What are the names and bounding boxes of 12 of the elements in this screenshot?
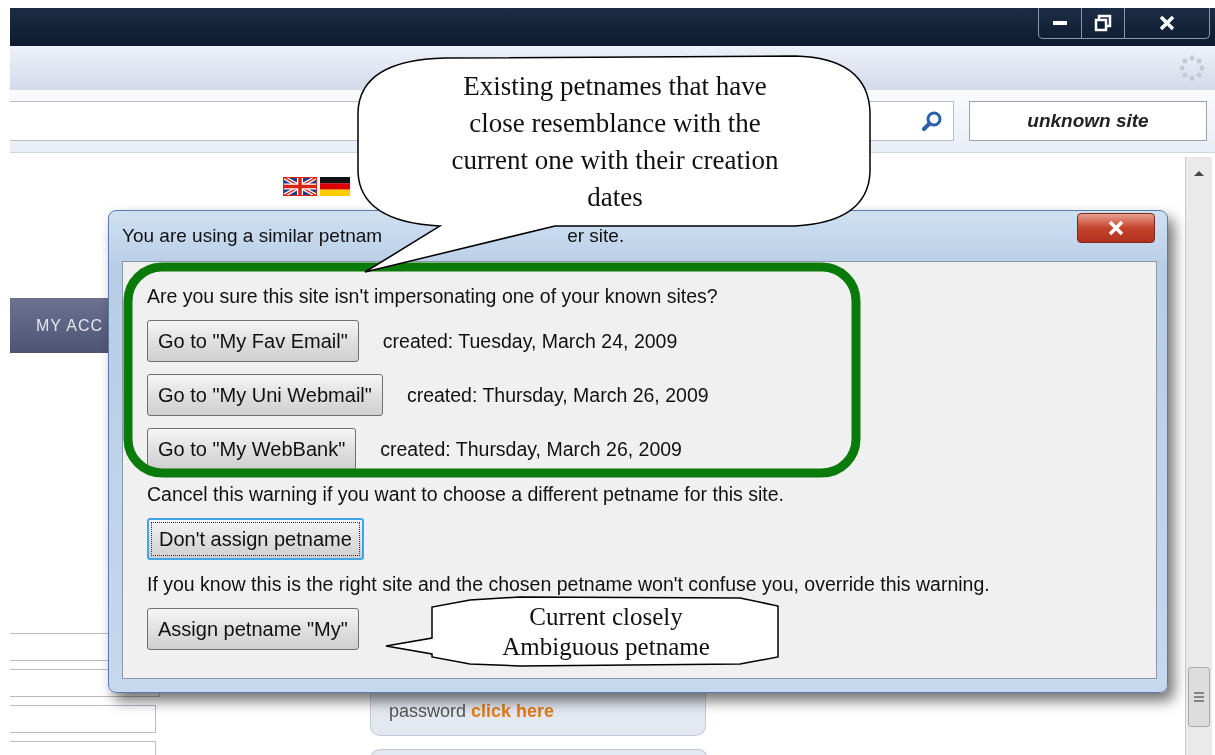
instruction-text: Cancel this warning if you want to choose a different petname for this site.: [147, 482, 785, 506]
password-hint: password click here: [389, 701, 555, 722]
site-identity-label: unknown site: [969, 101, 1207, 141]
callout-text: Current closely Ambiguous petname: [501, 602, 711, 662]
creation-date: created: Tuesday, March 24, 2009: [382, 329, 678, 353]
creation-date: created: Thursday, March 26, 2009: [406, 383, 709, 407]
creation-date: created: Thursday, March 26, 2009: [380, 437, 682, 461]
instruction-text: If you know this is the right site and the chosen petname won't confuse you, override this warning.: [147, 572, 991, 596]
callout-text: Existing petnames that have close resemblance with the current one with their creation dates: [450, 70, 780, 214]
dialog-title: er site.: [567, 225, 625, 247]
dialog-title: You are using a similar petnam: [122, 225, 383, 247]
prompt-text: Are you sure this site isn't impersonating one of your known sites?: [147, 284, 719, 308]
